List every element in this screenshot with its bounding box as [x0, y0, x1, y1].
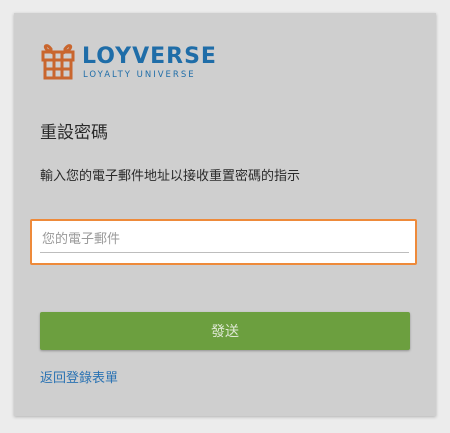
page-title: 重設密碼: [40, 123, 108, 143]
back-to-login-link[interactable]: 返回登錄表單: [40, 370, 118, 388]
reset-password-card: LOYVERSE LOYALTY UNIVERSE 重設密碼 輸入您的電子郵件地…: [14, 13, 436, 416]
email-field[interactable]: [40, 227, 409, 253]
brand-name: LOYVERSE: [82, 44, 217, 69]
instructions-text: 輸入您的電子郵件地址以接收重置密碼的指示: [40, 169, 301, 184]
send-button[interactable]: 發送: [40, 312, 410, 350]
gift-box-icon: [41, 44, 75, 80]
brand-logo: LOYVERSE LOYALTY UNIVERSE: [40, 38, 216, 82]
brand-tagline: LOYALTY UNIVERSE: [83, 70, 196, 80]
email-field-container: [30, 219, 417, 265]
